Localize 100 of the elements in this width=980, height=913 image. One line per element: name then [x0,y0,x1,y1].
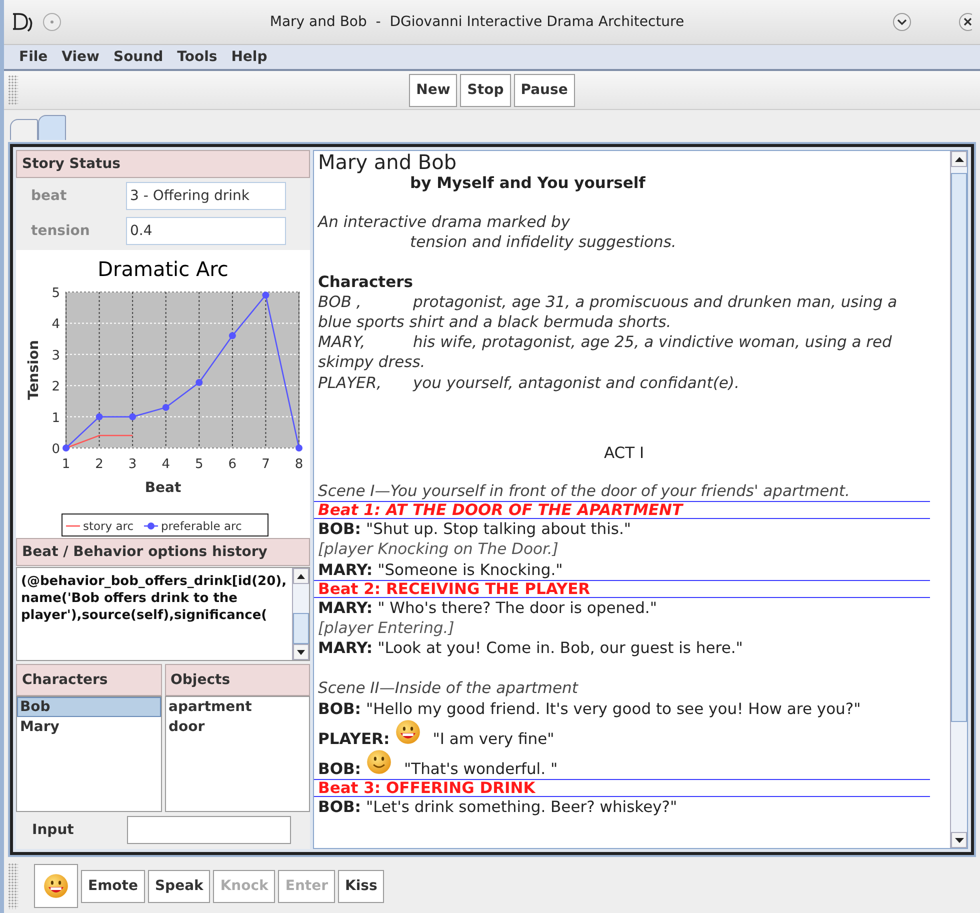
action-button[interactable]: Emote [81,870,145,902]
axis-tick-label: 5 [52,286,60,301]
value-field[interactable]: 3 - Offering drink [126,182,286,210]
emote-button[interactable] [34,864,78,908]
stage-direction: [player Knocking on The Door.] [318,539,560,560]
axis-tick-label: 8 [294,457,304,472]
stage-direction: [player Entering.] [318,618,456,638]
grinning-face-icon [43,873,69,899]
data-point [196,378,203,386]
minimize-icon[interactable] [892,12,912,32]
axis-tick-label: 4 [162,457,170,472]
toolbar-grip[interactable] [8,75,18,105]
dialogue-text: "Let's drink something. Beer? whiskey?" [366,796,678,818]
data-point [129,413,136,420]
axis-label: Beat [144,480,182,496]
data-point [62,444,70,452]
value-field[interactable]: 0.4 [126,216,286,244]
scroll-up-icon[interactable] [951,151,967,167]
toolbar-button[interactable]: New [409,74,458,106]
speaker-name: BOB: [318,796,362,818]
menu-item[interactable]: File [12,49,55,65]
data-point [228,332,236,340]
speaker-name: MARY: [318,598,373,618]
axis-tick-label: 7 [262,457,270,472]
window-menu-icon[interactable] [42,12,62,32]
dialogue-text: "Hello my good friend. It's very good to see you! How are you?" [366,698,861,719]
action-button[interactable]: Speak [148,870,210,902]
dialogue-text: "That's wonderful. " [404,758,558,779]
axis-tick-label: 0 [52,442,60,457]
menu-item[interactable]: Help [224,49,274,65]
menu-item[interactable]: Sound [106,49,170,65]
axis-tick-label: 3 [52,348,60,364]
scroll-down-icon[interactable] [951,832,967,848]
section-heading: Characters [318,272,414,292]
window-title: Mary and Bob - DGiovanni Interactive Drama Architecture [268,14,686,30]
byline: by Myself and You yourself [409,173,646,194]
drama-title: Mary and Bob [318,151,458,173]
speaker-name: BOB: [318,758,362,779]
axis-tick-label: 5 [195,457,204,472]
smiling-face-icon [366,748,392,775]
list-header: Objects [164,664,310,696]
action-button[interactable]: Kiss [338,870,384,902]
field-label: tension [31,222,91,238]
data-point [96,413,103,420]
grinning-face-icon [394,718,421,745]
beat-heading: Beat 1: AT THE DOOR OF THE APARTMENT [314,501,930,520]
speaker-name: MARY: [318,560,373,580]
axis-tick-label: 6 [228,457,237,472]
character-description: PLAYER, you yourself, antagonist and confidant(e). [318,372,740,393]
menu-item[interactable]: Tools [170,49,224,65]
beat-heading: Beat 2: RECEIVING THE PLAYER [314,580,930,598]
intro-line: An interactive drama marked by [318,212,572,232]
toolbar-grip[interactable] [8,863,18,909]
list-item[interactable]: Mary [17,717,160,737]
history-text-area[interactable]: (@behavior_bob_offers_drink[id(20),name('Bob offers drink to the player'),source(self),significance( [16,567,310,661]
input-field[interactable] [127,816,291,844]
legend-line-icon [66,525,80,527]
axis-tick-label: 3 [128,457,137,472]
speaker-name: MARY: [318,638,373,658]
scroll-down-icon[interactable] [293,644,309,660]
character-description: BOB , protagonist, age 31, a promiscuous and drunken man, using a blue sports shirt and a black bermuda shorts. [318,292,898,332]
speaker-name: PLAYER: [318,728,390,749]
panel-header: Story Status [16,150,310,178]
chart-title: Dramatic Arc [98,257,228,281]
act-heading: ACT I [602,442,646,464]
axis-label: Tension [26,340,42,400]
dialogue-text: "Shut up. Stop talking about this." [366,519,632,540]
scene-heading: Scene II—Inside of the apartment [318,678,580,699]
input-label: Input [32,822,75,838]
menu-item[interactable]: View [54,49,106,65]
panel-header: Beat / Behavior options history [16,538,310,566]
character-description: MARY, his wife, protagonist, age 25, a vindictive woman, using a red skimpy dress. [318,332,893,373]
list-item[interactable]: apartment [166,697,309,717]
dialogue-text: "Look at you! Come in. Bob, our guest is here." [378,638,743,658]
speaker-name: BOB: [318,698,362,719]
axis-tick-label: 4 [52,317,60,332]
tab[interactable] [38,115,66,140]
list-item[interactable]: door [166,717,309,737]
list-header: Characters [16,664,162,696]
scroll-up-icon[interactable] [293,568,309,584]
speaker-name: BOB: [318,519,362,540]
beat-heading: Beat 3: OFFERING DRINK [314,778,930,797]
field-label: beat [31,188,68,204]
dialogue-text: " Who's there? The door is opened." [378,598,657,618]
tab[interactable] [10,119,38,140]
axis-tick-label: 2 [95,457,104,472]
legend-label: story arc [83,519,134,533]
toolbar-button[interactable]: Pause [514,74,575,106]
axis-tick-label: 1 [52,410,60,426]
axis-tick-label: 1 [62,457,70,472]
legend-marker-icon [144,522,158,530]
toolbar-button[interactable]: Stop [460,74,511,106]
close-icon[interactable] [958,12,972,32]
data-point [262,292,270,299]
list-item[interactable]: Bob [17,697,160,717]
app-logo-icon [12,12,34,32]
legend-label: preferable arc [161,519,242,533]
data-point [162,404,170,411]
dialogue-text: "Someone is Knocking." [378,560,563,580]
axis-tick-label: 2 [52,380,60,395]
